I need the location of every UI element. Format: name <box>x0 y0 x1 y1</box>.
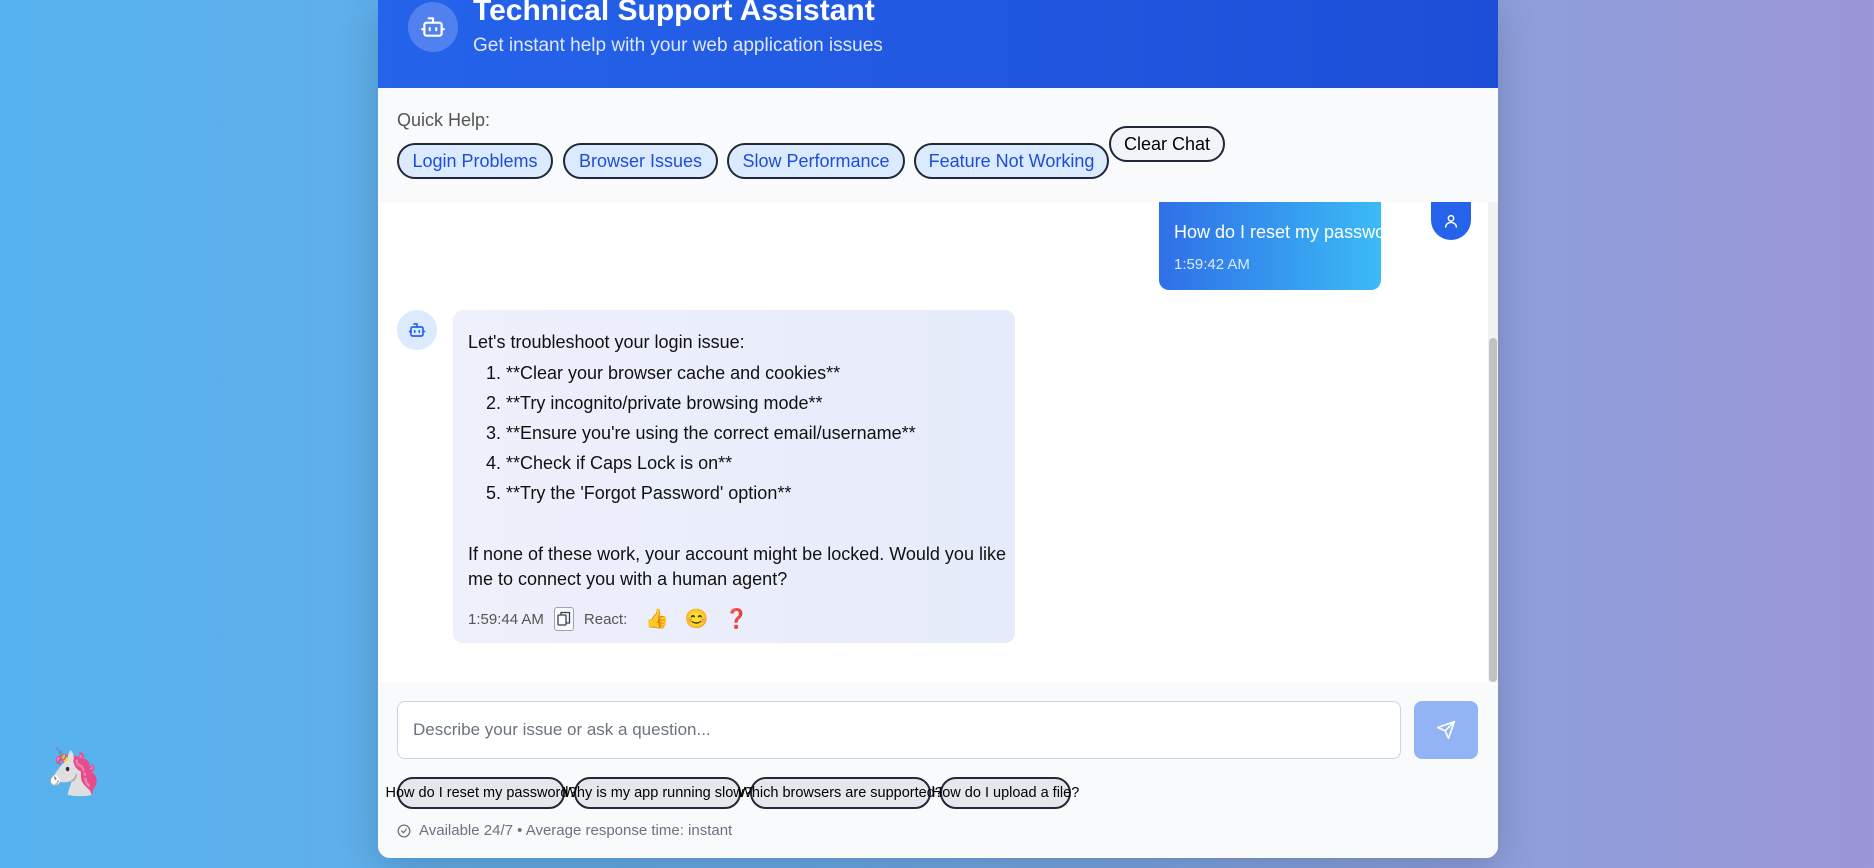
robot-icon <box>408 2 458 52</box>
bot-message-outro: If none of these work, your account migh… <box>468 544 1006 589</box>
suggestion-browsers-supported[interactable]: Which browsers are supported? <box>738 777 943 809</box>
bot-message: Let's troubleshoot your login issue: **C… <box>453 310 1015 643</box>
send-button[interactable] <box>1414 701 1478 759</box>
chat-scrollbar[interactable] <box>1488 202 1498 682</box>
page-title: Technical Support Assistant <box>473 0 875 27</box>
suggestion-reset-password[interactable]: How do I reset my password? <box>386 777 577 809</box>
chat-header: Technical Support Assistant Get instant … <box>378 0 1498 88</box>
bot-message-intro: Let's troubleshoot your login issue: <box>468 332 745 352</box>
unicorn-icon[interactable]: 🦄 <box>45 748 102 794</box>
send-icon <box>1436 720 1456 740</box>
scrollbar-thumb[interactable] <box>1489 338 1497 682</box>
reaction-smile-button[interactable]: 😊 <box>685 607 709 631</box>
reaction-thumbs-up-button[interactable]: 👍 <box>645 607 669 631</box>
list-item: **Ensure you're using the correct email/… <box>506 422 916 452</box>
list-item: **Clear your browser cache and cookies** <box>506 362 916 392</box>
quick-help-browser-issues[interactable]: Browser Issues <box>563 143 718 179</box>
quick-help-slow-performance[interactable]: Slow Performance <box>727 143 905 179</box>
user-icon <box>1431 202 1471 240</box>
robot-icon <box>397 310 437 350</box>
support-chat-window: Technical Support Assistant Get instant … <box>378 0 1498 858</box>
user-message-text: How do I reset my password? <box>1174 222 1412 242</box>
react-label: React: <box>583 610 628 628</box>
check-circle-icon <box>397 824 411 837</box>
suggestion-upload-file[interactable]: How do I upload a file? <box>932 777 1079 809</box>
list-item: **Try the 'Forgot Password' option** <box>506 482 916 512</box>
user-message-time: 1:59:42 AM <box>1174 256 1250 273</box>
clear-chat-button[interactable]: Clear Chat <box>1109 126 1225 162</box>
bot-message-meta: 1:59:44 AM React: 👍 😊 ❓ <box>468 606 756 632</box>
quick-help-feature-not-working[interactable]: Feature Not Working <box>914 143 1109 179</box>
bot-message-time: 1:59:44 AM <box>468 610 544 628</box>
user-message: How do I reset my password? 1:59:42 AM <box>1159 202 1411 290</box>
copy-icon[interactable] <box>553 607 574 631</box>
composer: How do I reset my password? Why is my ap… <box>378 682 1498 858</box>
list-item: **Try incognito/private browsing mode** <box>506 392 916 422</box>
reaction-question-button[interactable]: ❓ <box>725 607 749 631</box>
suggestion-app-slow[interactable]: Why is my app running slow? <box>563 777 752 809</box>
quick-help-bar: Quick Help: Login Problems Browser Issue… <box>378 88 1498 202</box>
availability-text: Available 24/7 • Average response time: … <box>419 822 733 839</box>
quick-help-login-problems[interactable]: Login Problems <box>397 143 553 179</box>
troubleshooting-steps: **Clear your browser cache and cookies**… <box>468 362 916 512</box>
message-input[interactable] <box>397 701 1401 759</box>
message-list[interactable]: How do I reset my password? 1:59:42 AM L… <box>378 202 1498 682</box>
quick-help-label: Quick Help: <box>397 110 491 130</box>
availability-status: Available 24/7 • Average response time: … <box>397 822 732 839</box>
list-item: **Check if Caps Lock is on** <box>506 452 916 482</box>
page-subtitle: Get instant help with your web applicati… <box>473 35 883 56</box>
